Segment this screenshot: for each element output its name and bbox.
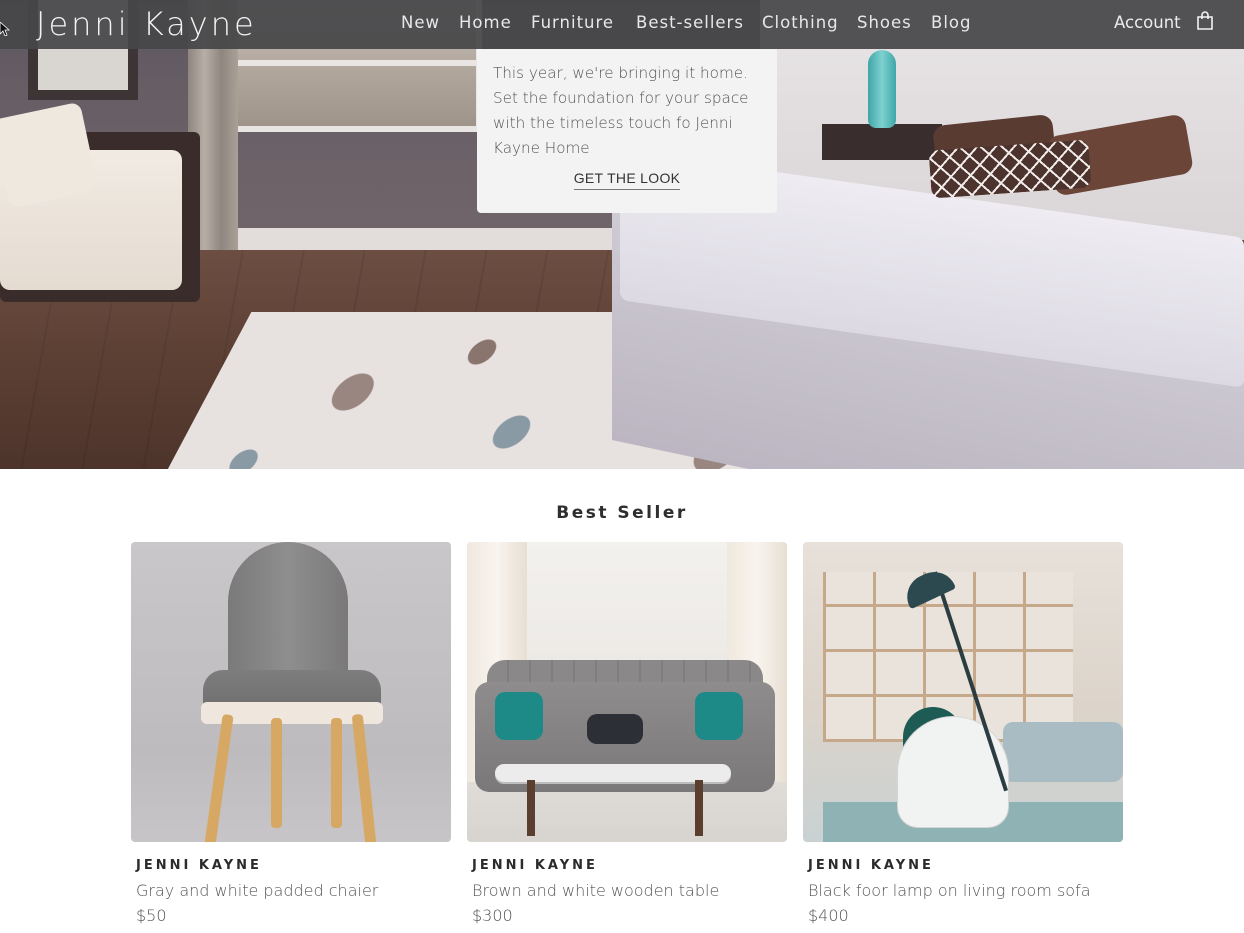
hero-nightstand (822, 124, 942, 160)
product-title[interactable]: Black foor lamp on living room sofa (808, 880, 1091, 902)
product-brand: JENNI KAYNE (808, 858, 934, 873)
promo-cta-wrapper: GET THE LOOK (477, 169, 777, 190)
product-card[interactable]: JENNI KAYNE Brown and white wooden table… (467, 542, 787, 925)
product-image-sofa[interactable] (467, 542, 787, 842)
shopping-bag-icon[interactable] (1196, 11, 1214, 30)
product-image-chair[interactable] (131, 542, 451, 842)
product-price: $50 (136, 906, 167, 925)
nav-link-furniture[interactable]: Furniture (531, 12, 614, 34)
nav-link-shoes[interactable]: Shoes (857, 12, 912, 34)
nav-link-clothing[interactable]: Clothing (762, 12, 839, 34)
promo-text: This year, we're bringing it home. Set t… (493, 64, 749, 157)
product-card[interactable]: JENNI KAYNE Gray and white padded chaier… (131, 542, 451, 925)
best-seller-heading: Best Seller (556, 503, 688, 523)
product-title[interactable]: Gray and white padded chaier (136, 880, 378, 902)
product-price: $400 (808, 906, 849, 925)
product-image-floor-lamp[interactable] (803, 542, 1123, 842)
nav-link-home[interactable]: Home (459, 12, 512, 34)
nav-link-blog[interactable]: Blog (931, 12, 971, 34)
promo-card: This year, we're bringing it home. Set t… (477, 49, 777, 213)
product-title[interactable]: Brown and white wooden table (472, 880, 719, 902)
top-navigation-bar: Jenni Kayne New Home Furniture Best-sell… (0, 0, 1244, 49)
nav-link-new[interactable]: New (401, 12, 440, 34)
product-brand: JENNI KAYNE (136, 858, 262, 873)
product-price: $300 (472, 906, 513, 925)
product-card[interactable]: JENNI KAYNE Black foor lamp on living ro… (803, 542, 1123, 925)
get-the-look-link[interactable]: GET THE LOOK (573, 169, 681, 190)
brand-logo[interactable]: Jenni Kayne (36, 4, 257, 44)
hero-vase (868, 50, 896, 128)
product-brand: JENNI KAYNE (472, 858, 598, 873)
nav-link-best-sellers[interactable]: Best-sellers (636, 12, 744, 34)
account-link[interactable]: Account (1114, 12, 1181, 34)
mouse-cursor-icon (0, 22, 10, 36)
